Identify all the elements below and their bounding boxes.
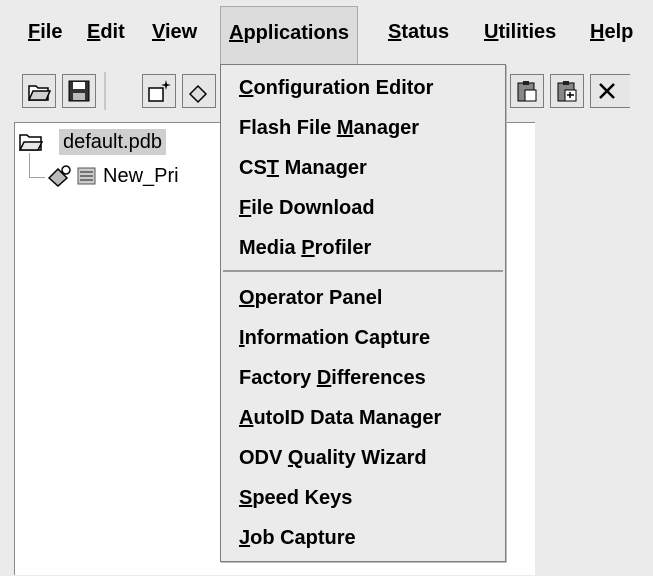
- menu-item-speed-keys[interactable]: Speed Keys: [239, 480, 352, 516]
- open-folder-icon: [27, 85, 52, 101]
- applications-dropdown: Configuration Editor Flash File Manager …: [220, 64, 506, 562]
- menu-edit-mnemonic: E: [87, 21, 101, 43]
- paste-special-icon: [557, 81, 577, 102]
- paste-button[interactable]: [510, 74, 544, 108]
- menu-view-mnemonic: V: [152, 21, 165, 43]
- menu-item-text: utoID Data Manager: [253, 407, 442, 429]
- delete-icon: [599, 83, 615, 99]
- menu-item-text: Flash File: [239, 117, 337, 139]
- menu-item-mnemonic: J: [239, 527, 251, 549]
- menu-utilities-mnemonic: U: [484, 21, 499, 43]
- menu-item-text: Manager: [279, 157, 367, 179]
- tree-root-label: default.pdb: [59, 129, 166, 155]
- menu-item-mnemonic: S: [239, 487, 253, 509]
- menu-file-label: ile: [40, 21, 63, 43]
- menu-status-label: tatus: [401, 21, 450, 43]
- menu-edit[interactable]: Edit: [79, 6, 133, 58]
- menu-status[interactable]: Status: [380, 6, 457, 58]
- menu-item-factory-differences[interactable]: Factory Differences: [239, 360, 426, 396]
- menu-view[interactable]: View: [144, 6, 205, 58]
- menu-item-text: uality Wizard: [303, 447, 427, 469]
- menu-help[interactable]: Help: [582, 6, 641, 58]
- menu-item-mnemonic: T: [266, 157, 280, 179]
- menu-utilities-label: tilities: [498, 21, 557, 43]
- save-button[interactable]: [62, 74, 96, 108]
- menu-item-text: ob Capture: [250, 527, 356, 549]
- menu-status-mnemonic: S: [388, 21, 402, 43]
- menu-item-mnemonic: A: [239, 407, 254, 429]
- menu-item-mnemonic: O: [239, 287, 255, 309]
- menu-item-text: ifferences: [331, 367, 426, 389]
- folder-open-icon: [19, 134, 43, 151]
- menu-item-flash-file-manager[interactable]: Flash File Manager: [239, 110, 419, 146]
- menu-file-mnemonic: F: [28, 21, 41, 43]
- menu-help-mnemonic: H: [590, 21, 605, 43]
- paste-icon: [517, 81, 537, 102]
- menu-item-text: nformation Capture: [244, 327, 431, 349]
- menu-separator: [223, 270, 503, 272]
- menu-applications[interactable]: Applications: [220, 6, 359, 65]
- menu-help-label: elp: [604, 21, 634, 43]
- menu-edit-label: dit: [100, 21, 125, 43]
- menu-item-odv-quality-wizard[interactable]: ODV Quality Wizard: [239, 440, 427, 476]
- list-icon: [77, 167, 96, 185]
- open-button[interactable]: [22, 74, 56, 108]
- menu-item-text: peed Keys: [252, 487, 353, 509]
- menu-item-configuration-editor[interactable]: Configuration Editor: [239, 70, 433, 106]
- menu-file[interactable]: File: [20, 6, 70, 58]
- menu-item-mnemonic: M: [336, 117, 354, 139]
- tree-connector-vertical: [29, 153, 30, 177]
- menu-item-text: perator Panel: [254, 287, 383, 309]
- save-disk-icon: [68, 80, 90, 102]
- menu-item-text: anager: [353, 117, 420, 139]
- menu-item-file-download[interactable]: File Download: [239, 190, 375, 226]
- menu-item-mnemonic: P: [301, 237, 315, 259]
- new-item-icon: [148, 80, 171, 102]
- menu-item-text: ODV: [239, 447, 288, 469]
- new-item-button[interactable]: [142, 74, 176, 108]
- menu-item-text: ile Download: [251, 197, 375, 219]
- menu-item-mnemonic: D: [316, 367, 332, 389]
- menu-item-operator-panel[interactable]: Operator Panel: [239, 280, 382, 316]
- menu-item-job-capture[interactable]: Job Capture: [239, 520, 356, 556]
- menu-item-text: Factory: [239, 367, 317, 389]
- menu-applications-label: pplications: [243, 22, 350, 44]
- tree-child-label: New_Pri: [103, 165, 179, 187]
- application-window: File Edit View Applications Status Utili…: [0, 0, 653, 576]
- menu-applications-mnemonic: A: [229, 22, 244, 44]
- add-item-icon: [188, 84, 208, 104]
- menu-item-cst-manager[interactable]: CST Manager: [239, 150, 367, 186]
- menu-bar: File Edit View Applications Status Utili…: [0, 0, 653, 66]
- menu-item-autoid-data-manager[interactable]: AutoID Data Manager: [239, 400, 441, 436]
- menu-item-text: Media: [239, 237, 302, 259]
- menu-item-mnemonic: F: [239, 197, 252, 219]
- menu-utilities[interactable]: Utilities: [476, 6, 564, 58]
- menu-view-label: iew: [164, 21, 198, 43]
- toolbar-separator: [104, 72, 106, 110]
- menu-item-information-capture[interactable]: Information Capture: [239, 320, 430, 356]
- menu-item-text: onfiguration Editor: [253, 77, 434, 99]
- delete-button[interactable]: [590, 74, 630, 108]
- menu-item-media-profiler[interactable]: Media Profiler: [239, 230, 371, 266]
- menu-item-mnemonic: C: [239, 77, 254, 99]
- menu-item-mnemonic: Q: [287, 447, 304, 469]
- paste-special-button[interactable]: [550, 74, 584, 108]
- network-node-icon: [47, 165, 71, 188]
- menu-item-text: CS: [239, 157, 267, 179]
- add-item-button[interactable]: [182, 74, 216, 108]
- tree-connector-horizontal: [29, 177, 45, 178]
- menu-item-text: rofiler: [314, 237, 372, 259]
